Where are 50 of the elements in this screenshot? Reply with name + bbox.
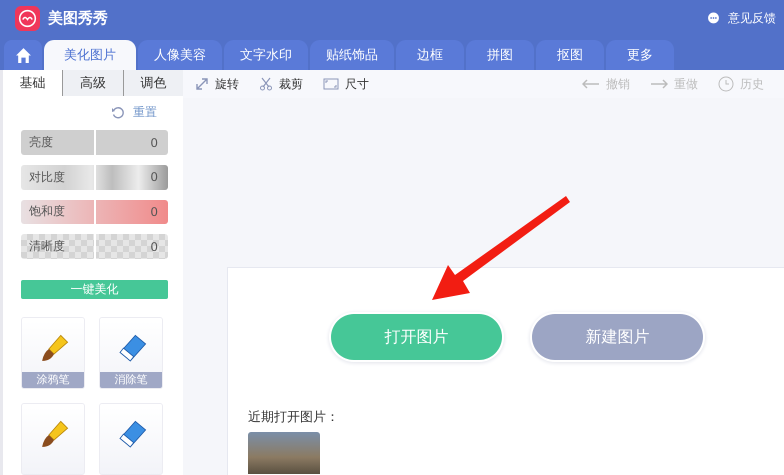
slider-value: 0 — [150, 204, 158, 219]
tool-card[interactable] — [99, 402, 163, 475]
main-tab[interactable]: 拼图 — [466, 40, 534, 70]
app-logo-icon — [15, 6, 40, 30]
slider-label: 清晰度 — [29, 238, 65, 256]
chat-bubble-icon — [707, 12, 720, 24]
tool-card[interactable]: 涂鸦笔 — [21, 316, 85, 389]
clock-icon — [718, 76, 734, 92]
scissors-icon — [259, 77, 273, 91]
panel-tab[interactable]: 调色 — [124, 70, 183, 96]
rotate-button[interactable]: 旋转 — [195, 76, 239, 92]
home-button[interactable] — [4, 40, 42, 70]
main-tab[interactable]: 文字水印 — [224, 40, 308, 70]
size-button[interactable]: 尺寸 — [323, 76, 369, 92]
adjustment-slider[interactable]: 饱和度 0 — [21, 200, 168, 224]
diagonal-arrow-icon — [195, 77, 209, 91]
photo-placeholder[interactable] — [248, 432, 320, 474]
new-image-button[interactable]: 新建图片 — [532, 314, 703, 360]
tool-label: 涂鸦笔 — [22, 372, 84, 388]
house-icon — [14, 46, 32, 64]
panel-tab[interactable]: 高级 — [63, 70, 124, 96]
open-image-button[interactable]: 打开图片 — [331, 314, 502, 360]
reset-icon — [111, 106, 125, 120]
main-tab[interactable]: 人像美容 — [138, 40, 222, 70]
slider-label: 对比度 — [29, 168, 65, 186]
main-tab[interactable]: 贴纸饰品 — [310, 40, 394, 70]
reset-button[interactable]: 重置 — [111, 104, 157, 122]
left-arrow-icon — [582, 79, 600, 89]
slider-label: 亮度 — [29, 134, 53, 151]
right-arrow-icon — [650, 79, 668, 89]
crop-button[interactable]: 裁剪 — [259, 76, 303, 92]
tool-card[interactable] — [21, 402, 85, 475]
feedback-link[interactable]: 意见反馈 — [728, 10, 776, 26]
adjustment-slider[interactable]: 对比度 0 — [21, 164, 168, 190]
slider-label: 饱和度 — [29, 203, 65, 220]
main-tab[interactable]: 更多 — [606, 40, 674, 70]
main-tab[interactable]: 边框 — [396, 40, 464, 70]
adjustment-slider[interactable]: 亮度 0 — [21, 130, 168, 155]
auto-enhance-button[interactable]: 一键美化 — [21, 280, 168, 299]
slider-value: 0 — [150, 136, 158, 150]
slider-value: 0 — [150, 240, 158, 254]
frame-icon — [323, 77, 339, 91]
slider-value: 0 — [150, 170, 158, 184]
app-title: 美图秀秀 — [48, 8, 108, 28]
main-tab[interactable]: 抠图 — [536, 40, 604, 70]
main-tab[interactable]: 美化图片 — [44, 40, 136, 70]
tool-label: 消除笔 — [100, 372, 162, 388]
recent-images-label: 近期打开图片： — [248, 409, 340, 426]
adjustment-slider[interactable]: 清晰度 0 — [21, 234, 168, 259]
tool-card[interactable]: 消除笔 — [99, 316, 163, 389]
